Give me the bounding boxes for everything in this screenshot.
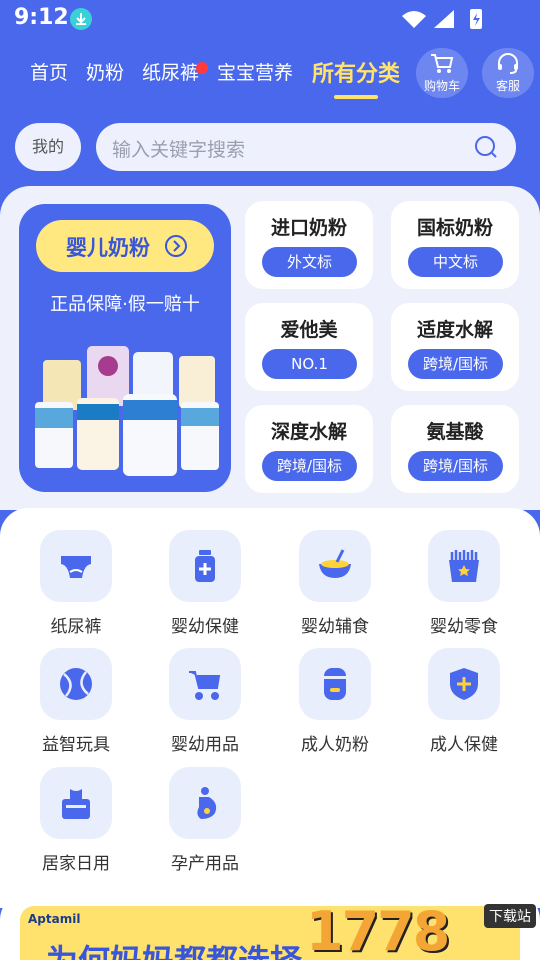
- card-tag: 跨境/国标: [408, 451, 503, 481]
- ball-icon: [40, 648, 112, 720]
- category-label: 婴幼保健: [171, 617, 239, 637]
- category-label: 婴幼零食: [430, 617, 498, 637]
- category-infant-health[interactable]: 婴幼保健: [155, 530, 255, 640]
- category-label: 居家日用: [42, 854, 110, 874]
- cart-button[interactable]: 购物车: [416, 48, 468, 98]
- milk-card-partial-hydrolysis[interactable]: 适度水解 跨境/国标: [391, 303, 519, 391]
- card-tag: 外文标: [262, 247, 357, 277]
- card-name: 深度水解: [270, 421, 347, 443]
- card-tag: 跨境/国标: [262, 451, 357, 481]
- card-name: 国标奶粉: [416, 217, 493, 239]
- food-bowl-icon: [299, 530, 371, 602]
- card-tag: 跨境/国标: [408, 349, 503, 379]
- status-bar: 9:12: [0, 0, 540, 38]
- search-input[interactable]: 输入关键字搜索: [96, 123, 516, 171]
- category-label: 益智玩具: [42, 735, 110, 755]
- cart-icon: [431, 54, 454, 73]
- notification-dot: [196, 62, 208, 74]
- card-tag: NO.1: [262, 349, 357, 379]
- card-name: 进口奶粉: [270, 217, 347, 239]
- featured-title: 婴儿奶粉: [66, 236, 150, 260]
- tab-diapers[interactable]: 纸尿裤: [142, 58, 199, 85]
- cart-label: 购物车: [423, 79, 460, 93]
- signal-icons: [402, 9, 482, 29]
- category-baby-snacks[interactable]: 婴幼零食: [414, 530, 514, 640]
- category-baby-food[interactable]: 婴幼辅食: [285, 530, 385, 640]
- category-label: 成人奶粉: [301, 735, 369, 755]
- service-label: 客服: [495, 79, 520, 93]
- watermark-site: 下载站: [484, 904, 536, 928]
- stroller-icon: [169, 648, 241, 720]
- category-maternity[interactable]: 孕产用品: [155, 767, 255, 877]
- category-label: 婴幼用品: [171, 735, 239, 755]
- milk-card-extensive-hydrolysis[interactable]: 深度水解 跨境/国标: [245, 405, 373, 493]
- active-tab-indicator: [334, 95, 378, 99]
- diaper-icon: [40, 530, 112, 602]
- shield-plus-icon: [428, 648, 500, 720]
- category-label: 成人保健: [430, 735, 498, 755]
- tab-all-categories[interactable]: 所有分类: [312, 56, 400, 88]
- category-label: 孕产用品: [171, 854, 239, 874]
- search-placeholder: 输入关键字搜索: [112, 139, 246, 161]
- milk-card-imported[interactable]: 进口奶粉 外文标: [245, 201, 373, 289]
- status-time: 9:12: [14, 5, 69, 30]
- tab-home[interactable]: 首页: [30, 58, 68, 85]
- medicine-bottle-icon: [169, 530, 241, 602]
- tissue-box-icon: [40, 767, 112, 839]
- watermark-number: 1778: [306, 900, 450, 960]
- category-educational-toys[interactable]: 益智玩具: [26, 648, 126, 758]
- category-household[interactable]: 居家日用: [26, 767, 126, 877]
- featured-infant-formula-card[interactable]: 婴儿奶粉 正品保障·假一赔十: [19, 204, 231, 492]
- customer-service-button[interactable]: 客服: [482, 48, 534, 98]
- milk-card-amino-acid[interactable]: 氨基酸 跨境/国标: [391, 405, 519, 493]
- infant-formula-pill[interactable]: 婴儿奶粉: [36, 220, 214, 272]
- card-name: 适度水解: [416, 319, 493, 341]
- category-adult-milk[interactable]: 成人奶粉: [285, 648, 385, 758]
- category-diapers[interactable]: 纸尿裤: [26, 530, 126, 640]
- headset-icon: [498, 53, 518, 74]
- card-tag: 中文标: [408, 247, 503, 277]
- formula-cans-image: [35, 346, 219, 476]
- search-icon: [475, 136, 497, 158]
- snack-icon: [428, 530, 500, 602]
- milk-card-national[interactable]: 国标奶粉 中文标: [391, 201, 519, 289]
- mine-button[interactable]: 我的: [15, 123, 81, 171]
- arrow-right-circle-icon: [165, 235, 187, 257]
- card-name: 爱他美: [280, 319, 338, 341]
- category-adult-health[interactable]: 成人保健: [414, 648, 514, 758]
- top-nav: 首页 奶粉 纸尿裤 宝宝营养 所有分类 购物车 客服: [0, 46, 540, 106]
- milk-can-icon: [299, 648, 371, 720]
- banner-headline: 为何妈妈都都选择: [46, 936, 302, 960]
- category-baby-supplies[interactable]: 婴幼用品: [155, 648, 255, 758]
- category-label: 纸尿裤: [50, 617, 102, 637]
- featured-slogan: 正品保障·假一赔十: [50, 294, 200, 315]
- card-name: 氨基酸: [426, 421, 484, 443]
- download-icon: [70, 8, 92, 30]
- tab-baby-nutrition[interactable]: 宝宝营养: [217, 58, 293, 85]
- banner-brand: Aptamil: [28, 912, 81, 926]
- watermark: 1778 下载站: [306, 900, 536, 960]
- maternity-icon: [169, 767, 241, 839]
- milk-card-aptamil[interactable]: 爱他美 NO.1: [245, 303, 373, 391]
- category-label: 婴幼辅食: [301, 617, 369, 637]
- tab-milk-powder[interactable]: 奶粉: [86, 58, 124, 85]
